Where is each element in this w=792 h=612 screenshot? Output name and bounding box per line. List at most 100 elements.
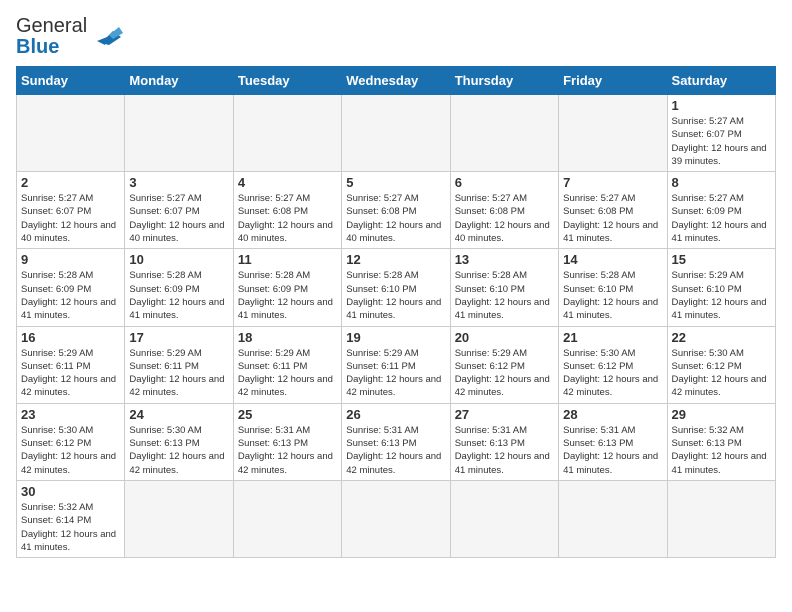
day-info: Sunrise: 5:27 AM Sunset: 6:08 PM Dayligh… xyxy=(455,192,554,245)
day-number: 29 xyxy=(672,407,771,422)
day-info: Sunrise: 5:28 AM Sunset: 6:09 PM Dayligh… xyxy=(238,269,337,322)
day-number: 21 xyxy=(563,330,662,345)
day-number: 30 xyxy=(21,484,120,499)
calendar-day-cell: 30 Sunrise: 5:32 AM Sunset: 6:14 PM Dayli… xyxy=(17,480,125,557)
day-info: Sunrise: 5:31 AM Sunset: 6:13 PM Dayligh… xyxy=(563,424,662,477)
calendar-day-cell xyxy=(125,95,233,172)
calendar-day-cell: 28 Sunrise: 5:31 AM Sunset: 6:13 PM Dayli… xyxy=(559,403,667,480)
day-info: Sunrise: 5:30 AM Sunset: 6:12 PM Dayligh… xyxy=(672,347,771,400)
calendar-day-cell: 22 Sunrise: 5:30 AM Sunset: 6:12 PM Dayli… xyxy=(667,326,775,403)
calendar-day-cell: 12 Sunrise: 5:28 AM Sunset: 6:10 PM Dayli… xyxy=(342,249,450,326)
day-number: 16 xyxy=(21,330,120,345)
day-info: Sunrise: 5:30 AM Sunset: 6:12 PM Dayligh… xyxy=(563,347,662,400)
calendar-day-cell: 26Sunrise: 5:31 AM Sunset: 6:13 PM Dayli… xyxy=(342,403,450,480)
day-info: Sunrise: 5:28 AM Sunset: 6:09 PM Dayligh… xyxy=(21,269,120,322)
day-info: Sunrise: 5:30 AM Sunset: 6:13 PM Dayligh… xyxy=(129,424,228,477)
calendar-day-cell: 18Sunrise: 5:29 AM Sunset: 6:11 PM Dayli… xyxy=(233,326,341,403)
header: GeneralBlue xyxy=(16,16,776,58)
logo-text: GeneralBlue xyxy=(16,15,87,58)
calendar-day-cell: 23Sunrise: 5:30 AM Sunset: 6:12 PM Dayli… xyxy=(17,403,125,480)
day-info: Sunrise: 5:27 AM Sunset: 6:07 PM Dayligh… xyxy=(672,115,771,168)
day-number: 22 xyxy=(672,330,771,345)
day-number: 28 xyxy=(563,407,662,422)
calendar-day-cell: 8 Sunrise: 5:27 AM Sunset: 6:09 PM Daylig… xyxy=(667,172,775,249)
calendar-day-cell: 4 Sunrise: 5:27 AM Sunset: 6:08 PM Daylig… xyxy=(233,172,341,249)
calendar-week-row: 30 Sunrise: 5:32 AM Sunset: 6:14 PM Dayli… xyxy=(17,480,776,557)
day-number: 13 xyxy=(455,252,554,267)
calendar-day-cell xyxy=(125,480,233,557)
day-number: 12 xyxy=(346,252,445,267)
day-info: Sunrise: 5:28 AM Sunset: 6:10 PM Dayligh… xyxy=(563,269,662,322)
calendar-day-cell: 27Sunrise: 5:31 AM Sunset: 6:13 PM Dayli… xyxy=(450,403,558,480)
day-header-saturday: Saturday xyxy=(667,67,775,95)
day-header-thursday: Thursday xyxy=(450,67,558,95)
day-info: Sunrise: 5:29 AM Sunset: 6:11 PM Dayligh… xyxy=(21,347,120,400)
calendar-day-cell: 9 Sunrise: 5:28 AM Sunset: 6:09 PM Daylig… xyxy=(17,249,125,326)
day-info: Sunrise: 5:29 AM Sunset: 6:11 PM Dayligh… xyxy=(346,347,445,400)
calendar-day-cell: 19 Sunrise: 5:29 AM Sunset: 6:11 PM Dayli… xyxy=(342,326,450,403)
calendar-day-cell xyxy=(17,95,125,172)
day-info: Sunrise: 5:27 AM Sunset: 6:07 PM Dayligh… xyxy=(21,192,120,245)
calendar-table: SundayMondayTuesdayWednesdayThursdayFrid… xyxy=(16,66,776,558)
calendar-day-cell: 6 Sunrise: 5:27 AM Sunset: 6:08 PM Daylig… xyxy=(450,172,558,249)
day-header-friday: Friday xyxy=(559,67,667,95)
day-number: 10 xyxy=(129,252,228,267)
calendar-day-cell xyxy=(559,480,667,557)
calendar-day-cell xyxy=(342,95,450,172)
day-info: Sunrise: 5:30 AM Sunset: 6:12 PM Dayligh… xyxy=(21,424,120,477)
day-info: Sunrise: 5:27 AM Sunset: 6:07 PM Dayligh… xyxy=(129,192,228,245)
day-number: 25 xyxy=(238,407,337,422)
day-info: Sunrise: 5:31 AM Sunset: 6:13 PM Dayligh… xyxy=(346,424,445,477)
calendar-week-row: 2Sunrise: 5:27 AM Sunset: 6:07 PM Daylig… xyxy=(17,172,776,249)
day-number: 4 xyxy=(238,175,337,190)
calendar-header-row: SundayMondayTuesdayWednesdayThursdayFrid… xyxy=(17,67,776,95)
day-header-tuesday: Tuesday xyxy=(233,67,341,95)
day-number: 5 xyxy=(346,175,445,190)
calendar-day-cell xyxy=(233,95,341,172)
day-info: Sunrise: 5:28 AM Sunset: 6:10 PM Dayligh… xyxy=(455,269,554,322)
calendar-day-cell xyxy=(342,480,450,557)
day-info: Sunrise: 5:32 AM Sunset: 6:14 PM Dayligh… xyxy=(21,501,120,554)
day-info: Sunrise: 5:29 AM Sunset: 6:12 PM Dayligh… xyxy=(455,347,554,400)
day-info: Sunrise: 5:27 AM Sunset: 6:08 PM Dayligh… xyxy=(346,192,445,245)
logo: GeneralBlue xyxy=(16,16,125,58)
day-info: Sunrise: 5:28 AM Sunset: 6:09 PM Dayligh… xyxy=(129,269,228,322)
day-number: 24 xyxy=(129,407,228,422)
day-info: Sunrise: 5:32 AM Sunset: 6:13 PM Dayligh… xyxy=(672,424,771,477)
calendar-day-cell: 16 Sunrise: 5:29 AM Sunset: 6:11 PM Dayli… xyxy=(17,326,125,403)
calendar-day-cell xyxy=(450,480,558,557)
day-number: 7 xyxy=(563,175,662,190)
day-info: Sunrise: 5:31 AM Sunset: 6:13 PM Dayligh… xyxy=(455,424,554,477)
day-number: 9 xyxy=(21,252,120,267)
day-number: 6 xyxy=(455,175,554,190)
day-number: 19 xyxy=(346,330,445,345)
day-info: Sunrise: 5:27 AM Sunset: 6:08 PM Dayligh… xyxy=(238,192,337,245)
day-info: Sunrise: 5:27 AM Sunset: 6:09 PM Dayligh… xyxy=(672,192,771,245)
calendar-day-cell: 29 Sunrise: 5:32 AM Sunset: 6:13 PM Dayli… xyxy=(667,403,775,480)
calendar-day-cell: 10 Sunrise: 5:28 AM Sunset: 6:09 PM Dayli… xyxy=(125,249,233,326)
calendar-day-cell: 24 Sunrise: 5:30 AM Sunset: 6:13 PM Dayli… xyxy=(125,403,233,480)
calendar-day-cell: 15Sunrise: 5:29 AM Sunset: 6:10 PM Dayli… xyxy=(667,249,775,326)
day-number: 18 xyxy=(238,330,337,345)
calendar-day-cell: 17Sunrise: 5:29 AM Sunset: 6:11 PM Dayli… xyxy=(125,326,233,403)
calendar-week-row: 23Sunrise: 5:30 AM Sunset: 6:12 PM Dayli… xyxy=(17,403,776,480)
day-info: Sunrise: 5:29 AM Sunset: 6:11 PM Dayligh… xyxy=(129,347,228,400)
day-info: Sunrise: 5:28 AM Sunset: 6:10 PM Dayligh… xyxy=(346,269,445,322)
day-number: 8 xyxy=(672,175,771,190)
calendar-week-row: 1Sunrise: 5:27 AM Sunset: 6:07 PM Daylig… xyxy=(17,95,776,172)
calendar-day-cell xyxy=(450,95,558,172)
day-number: 20 xyxy=(455,330,554,345)
day-number: 15 xyxy=(672,252,771,267)
calendar-day-cell xyxy=(559,95,667,172)
calendar-day-cell: 3 Sunrise: 5:27 AM Sunset: 6:07 PM Daylig… xyxy=(125,172,233,249)
day-number: 11 xyxy=(238,252,337,267)
calendar-week-row: 16 Sunrise: 5:29 AM Sunset: 6:11 PM Dayli… xyxy=(17,326,776,403)
calendar-day-cell xyxy=(233,480,341,557)
calendar-day-cell: 2Sunrise: 5:27 AM Sunset: 6:07 PM Daylig… xyxy=(17,172,125,249)
calendar-day-cell: 7 Sunrise: 5:27 AM Sunset: 6:08 PM Daylig… xyxy=(559,172,667,249)
day-info: Sunrise: 5:27 AM Sunset: 6:08 PM Dayligh… xyxy=(563,192,662,245)
logo-icon xyxy=(93,23,125,51)
day-header-sunday: Sunday xyxy=(17,67,125,95)
day-number: 3 xyxy=(129,175,228,190)
day-header-wednesday: Wednesday xyxy=(342,67,450,95)
